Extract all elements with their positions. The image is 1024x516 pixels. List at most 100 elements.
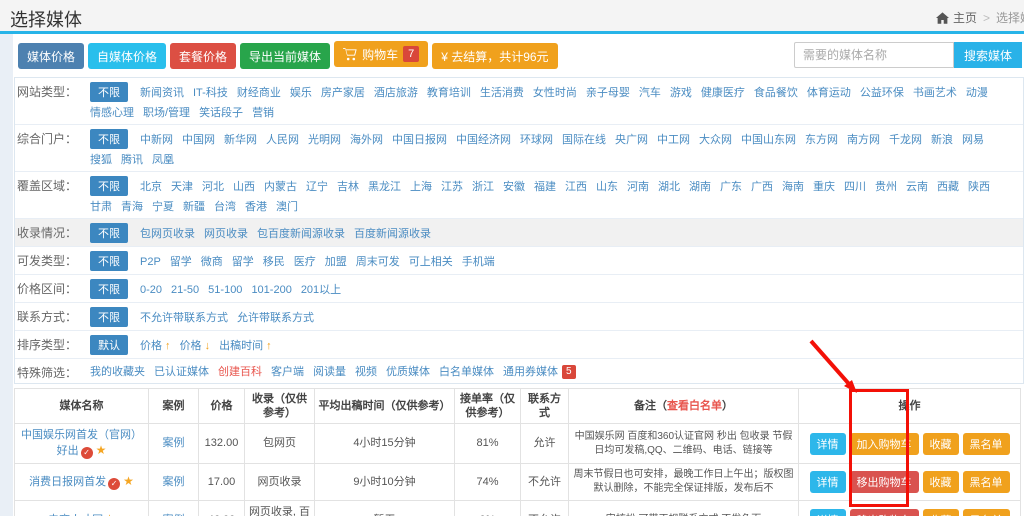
filter-option[interactable]: 营销 bbox=[252, 105, 274, 121]
package-price-button[interactable]: 套餐价格 bbox=[170, 43, 236, 69]
filter-option[interactable]: 吉林 bbox=[337, 179, 359, 195]
filter-option[interactable]: 四川 bbox=[844, 179, 866, 195]
filter-option[interactable]: 千龙网 bbox=[889, 132, 922, 148]
filter-option[interactable]: 光明网 bbox=[308, 132, 341, 148]
remove-from-cart-button[interactable]: 移出购物车 bbox=[850, 509, 919, 516]
filter-selected-chip[interactable]: 不限 bbox=[90, 129, 128, 149]
favorite-button[interactable]: 收藏 bbox=[923, 509, 959, 516]
blacklist-button[interactable]: 黑名单 bbox=[963, 433, 1010, 455]
filter-option[interactable]: 中国日报网 bbox=[392, 132, 447, 148]
filter-option[interactable]: 生活消费 bbox=[480, 85, 524, 101]
favorite-button[interactable]: 收藏 bbox=[923, 433, 959, 455]
filter-option[interactable]: 房产家居 bbox=[321, 85, 365, 101]
filter-option[interactable]: 腾讯 bbox=[121, 152, 143, 168]
filter-option[interactable]: 书画艺术 bbox=[913, 85, 957, 101]
filter-option[interactable]: 0-20 bbox=[140, 282, 162, 298]
filter-option[interactable]: 客户端 bbox=[271, 364, 304, 380]
filter-option[interactable]: 汽车 bbox=[639, 85, 661, 101]
filter-option[interactable]: 白名单媒体 bbox=[439, 364, 494, 380]
filter-option[interactable]: 游戏 bbox=[670, 85, 692, 101]
filter-option[interactable]: 微商 bbox=[201, 254, 223, 270]
filter-selected-chip[interactable]: 不限 bbox=[90, 223, 128, 243]
filter-option[interactable]: 西藏 bbox=[937, 179, 959, 195]
filter-option[interactable]: 江苏 bbox=[441, 179, 463, 195]
filter-option[interactable]: 食品餐饮 bbox=[754, 85, 798, 101]
search-button[interactable]: 搜索媒体 bbox=[954, 42, 1022, 68]
filter-option[interactable]: 中国山东网 bbox=[741, 132, 796, 148]
filter-option[interactable]: 体育运动 bbox=[807, 85, 851, 101]
filter-option[interactable]: 新闻资讯 bbox=[140, 85, 184, 101]
filter-option[interactable]: 财经商业 bbox=[237, 85, 281, 101]
filter-option[interactable]: 公益环保 bbox=[860, 85, 904, 101]
filter-option[interactable]: 新华网 bbox=[224, 132, 257, 148]
filter-option[interactable]: 环球网 bbox=[520, 132, 553, 148]
self-media-price-button[interactable]: 自媒体价格 bbox=[88, 43, 166, 69]
filter-option[interactable]: 201以上 bbox=[301, 282, 341, 298]
filter-option[interactable]: 51-100 bbox=[208, 282, 242, 298]
filter-option[interactable]: 湖南 bbox=[689, 179, 711, 195]
filter-option[interactable]: 通用券媒体5 bbox=[503, 364, 576, 380]
filter-option[interactable]: 酒店旅游 bbox=[374, 85, 418, 101]
filter-option[interactable]: 移民 bbox=[263, 254, 285, 270]
filter-option[interactable]: 创建百科 bbox=[218, 364, 262, 380]
filter-option[interactable]: 央广网 bbox=[615, 132, 648, 148]
detail-button[interactable]: 详情 bbox=[810, 471, 846, 493]
filter-option[interactable]: 留学 bbox=[170, 254, 192, 270]
remove-from-cart-button[interactable]: 移出购物车 bbox=[850, 471, 919, 493]
filter-option[interactable]: 搜狐 bbox=[90, 152, 112, 168]
filter-option[interactable]: 网页收录 bbox=[204, 226, 248, 242]
filter-option[interactable]: 河北 bbox=[202, 179, 224, 195]
filter-option[interactable]: 女性时尚 bbox=[533, 85, 577, 101]
filter-option[interactable]: 可上相关 bbox=[409, 254, 453, 270]
filter-option[interactable]: 中新网 bbox=[140, 132, 173, 148]
filter-option[interactable]: 情感心理 bbox=[90, 105, 134, 121]
filter-option[interactable]: 福建 bbox=[534, 179, 556, 195]
filter-option[interactable]: 新疆 bbox=[183, 199, 205, 215]
filter-option[interactable]: 青海 bbox=[121, 199, 143, 215]
filter-option[interactable]: 黑龙江 bbox=[368, 179, 401, 195]
filter-selected-chip[interactable]: 不限 bbox=[90, 82, 128, 102]
filter-option[interactable]: 浙江 bbox=[472, 179, 494, 195]
filter-option[interactable]: 安徽 bbox=[503, 179, 525, 195]
filter-option[interactable]: 加盟 bbox=[325, 254, 347, 270]
filter-option[interactable]: P2P bbox=[140, 254, 161, 270]
filter-option[interactable]: 广东 bbox=[720, 179, 742, 195]
filter-option[interactable]: 笑话段子 bbox=[199, 105, 243, 121]
filter-option[interactable]: 云南 bbox=[906, 179, 928, 195]
filter-option[interactable]: 宁夏 bbox=[152, 199, 174, 215]
filter-option[interactable]: 甘肃 bbox=[90, 199, 112, 215]
filter-option[interactable]: 包网页收录 bbox=[140, 226, 195, 242]
filter-selected-chip[interactable]: 不限 bbox=[90, 279, 128, 299]
media-price-button[interactable]: 媒体价格 bbox=[18, 43, 84, 69]
filter-option[interactable]: 中国经济网 bbox=[456, 132, 511, 148]
add-to-cart-button[interactable]: 加入购物车 bbox=[850, 433, 919, 455]
filter-option[interactable]: 山东 bbox=[596, 179, 618, 195]
filter-option[interactable]: 山西 bbox=[233, 179, 255, 195]
detail-button[interactable]: 详情 bbox=[810, 433, 846, 455]
filter-option[interactable]: 百度新闻源收录 bbox=[354, 226, 431, 242]
filter-option[interactable]: 贵州 bbox=[875, 179, 897, 195]
filter-option[interactable]: 出稿时间 ↑ bbox=[219, 338, 272, 354]
filter-option[interactable]: 澳门 bbox=[276, 199, 298, 215]
filter-option[interactable]: 台湾 bbox=[214, 199, 236, 215]
filter-option[interactable]: 手机端 bbox=[462, 254, 495, 270]
filter-option[interactable]: 允许带联系方式 bbox=[237, 310, 314, 326]
filter-option[interactable]: 周末可发 bbox=[356, 254, 400, 270]
filter-option[interactable]: 陕西 bbox=[968, 179, 990, 195]
filter-option[interactable]: 天津 bbox=[171, 179, 193, 195]
filter-option[interactable]: 21-50 bbox=[171, 282, 199, 298]
filter-option[interactable]: 海南 bbox=[782, 179, 804, 195]
case-link[interactable]: 案例 bbox=[163, 476, 185, 488]
filter-option[interactable]: 东方网 bbox=[805, 132, 838, 148]
filter-option[interactable]: 健康医疗 bbox=[701, 85, 745, 101]
filter-selected-chip[interactable]: 不限 bbox=[90, 307, 128, 327]
shopping-cart-button[interactable]: 购物车7 bbox=[334, 41, 428, 67]
filter-option[interactable]: 中国网 bbox=[182, 132, 215, 148]
filter-option[interactable]: 优质媒体 bbox=[386, 364, 430, 380]
filter-selected-chip[interactable]: 不限 bbox=[90, 251, 128, 271]
filter-option[interactable]: 不允许带联系方式 bbox=[140, 310, 228, 326]
filter-option[interactable]: 价格 ↑ bbox=[140, 338, 171, 354]
filter-option[interactable]: 阅读量 bbox=[313, 364, 346, 380]
filter-option[interactable]: 我的收藏夹 bbox=[90, 364, 145, 380]
filter-option[interactable]: 重庆 bbox=[813, 179, 835, 195]
